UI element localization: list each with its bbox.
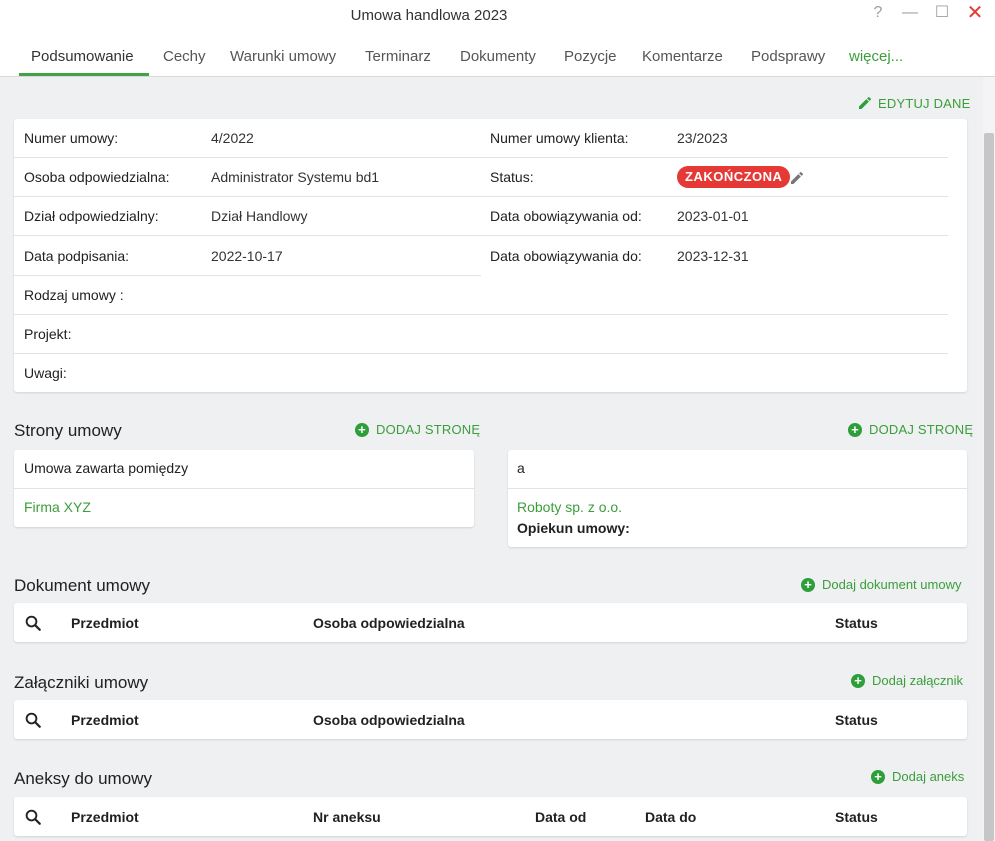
attachments-table-header: Przedmiot Osoba odpowiedzialna Status [14, 700, 967, 739]
window-titlebar: Umowa handlowa 2023 ? — ☐ ✕ [0, 0, 995, 34]
column-header[interactable]: Nr aneksu [313, 809, 381, 825]
close-button[interactable]: ✕ [964, 3, 986, 26]
project-label: Projekt: [24, 326, 72, 342]
plus-circle-icon: + [848, 422, 862, 437]
contract-number-label: Numer umowy: [24, 130, 119, 146]
column-header[interactable]: Osoba odpowiedzialna [313, 615, 465, 631]
pencil-icon [859, 96, 872, 109]
summary-card: Numer umowy: 4/2022 Numer umowy klienta:… [14, 119, 967, 392]
row-divider [14, 314, 948, 315]
tab-cechy[interactable]: Cechy [163, 48, 206, 65]
column-header[interactable]: Osoba odpowiedzialna [313, 712, 465, 728]
responsible-dept-value: Dział Handlowy [211, 208, 308, 224]
responsible-person-value: Administrator Systemu bd1 [211, 169, 380, 185]
tab-podsumowanie[interactable]: Podsumowanie [31, 48, 134, 65]
annexes-table-header: Przedmiot Nr aneksu Data od Data do Stat… [14, 797, 967, 836]
add-party-right-button[interactable]: + DODAJ STRONĘ [848, 422, 973, 437]
column-header[interactable]: Status [835, 712, 878, 728]
search-icon[interactable] [24, 808, 42, 826]
document-section-title: Dokument umowy [14, 576, 151, 595]
maximize-button[interactable]: ☐ [931, 4, 953, 26]
row-divider [14, 353, 948, 354]
signed-label: Data podpisania: [24, 248, 130, 264]
tab-pozycje[interactable]: Pozycje [564, 48, 617, 65]
party-left-company-link[interactable]: Firma XYZ [24, 499, 91, 515]
row-divider [14, 196, 948, 197]
status-label: Status: [490, 169, 534, 185]
plus-circle-icon: + [355, 422, 369, 437]
contract-type-label: Rodzaj umowy : [24, 287, 124, 303]
edit-data-button[interactable]: EDYTUJ DANE [857, 95, 971, 111]
add-document-button[interactable]: + Dodaj dokument umowy [801, 577, 961, 592]
minimize-button[interactable]: — [899, 4, 921, 26]
responsible-person-label: Osoba odpowiedzialna: [24, 169, 170, 185]
add-document-label: Dodaj dokument umowy [822, 577, 962, 592]
plus-circle-icon: + [871, 769, 885, 784]
scrollbar-thumb[interactable] [984, 133, 994, 841]
add-annex-label: Dodaj aneks [892, 769, 965, 784]
help-button[interactable]: ? [867, 4, 889, 26]
status-edit-pencil-icon[interactable] [789, 170, 805, 186]
status-badge: ZAKOŃCZONA [677, 166, 791, 188]
tab-terminarz[interactable]: Terminarz [365, 48, 431, 65]
party-divider [508, 488, 967, 489]
window-title: Umowa handlowa 2023 [350, 7, 508, 24]
column-header[interactable]: Przedmiot [71, 809, 139, 825]
column-header[interactable]: Status [835, 615, 878, 631]
plus-circle-icon: + [851, 673, 865, 688]
edit-data-label: EDYTUJ DANE [878, 95, 971, 111]
search-icon[interactable] [24, 711, 42, 729]
valid-from-value: 2023-01-01 [677, 208, 749, 224]
valid-to-value: 2023-12-31 [677, 248, 749, 264]
parties-title: Strony umowy [14, 421, 122, 440]
notes-label: Uwagi: [24, 365, 67, 381]
contract-number-value: 4/2022 [211, 130, 254, 146]
party-right-card: a Roboty sp. z o.o. Opiekun umowy: [508, 450, 967, 547]
add-attachment-label: Dodaj załącznik [872, 673, 964, 688]
client-number-value: 23/2023 [677, 130, 728, 146]
tab-warunki-umowy[interactable]: Warunki umowy [230, 48, 336, 65]
responsible-dept-label: Dział odpowiedzialny: [24, 208, 159, 224]
add-annex-button[interactable]: + Dodaj aneks [871, 769, 964, 784]
row-divider [14, 275, 481, 276]
client-number-label: Numer umowy klienta: [490, 130, 629, 146]
document-table-header: Przedmiot Osoba odpowiedzialna Status [14, 603, 967, 642]
signed-value: 2022-10-17 [211, 248, 283, 264]
column-header[interactable]: Przedmiot [71, 712, 139, 728]
plus-circle-icon: + [801, 577, 815, 592]
party-left-card: Umowa zawarta pomiędzy Firma XYZ [14, 450, 474, 527]
add-attachment-button[interactable]: + Dodaj załącznik [851, 673, 963, 688]
column-header[interactable]: Status [835, 809, 878, 825]
add-party-label: DODAJ STRONĘ [869, 422, 974, 437]
tab-podsprawy[interactable]: Podsprawy [751, 48, 825, 65]
party-divider [14, 488, 474, 489]
vertical-scrollbar[interactable] [983, 77, 995, 841]
attachments-section-title: Załączniki umowy [14, 673, 149, 692]
tab-dokumenty[interactable]: Dokumenty [460, 48, 536, 65]
valid-to-label: Data obowiązywania do: [490, 248, 642, 264]
guardian-label: Opiekun umowy: [517, 520, 630, 536]
tab-more[interactable]: więcej... [849, 48, 903, 65]
search-icon[interactable] [24, 614, 42, 632]
row-divider [14, 235, 948, 236]
column-header[interactable]: Data od [535, 809, 586, 825]
valid-from-label: Data obowiązywania od: [490, 208, 642, 224]
tab-bar: Podsumowanie Cechy Warunki umowy Termina… [0, 34, 995, 77]
party-left-header: Umowa zawarta pomiędzy [24, 460, 189, 476]
active-tab-indicator [19, 73, 149, 76]
row-divider [14, 157, 948, 158]
party-right-header: a [517, 460, 525, 476]
tab-komentarze[interactable]: Komentarze [642, 48, 723, 65]
column-header[interactable]: Przedmiot [71, 615, 139, 631]
annexes-section-title: Aneksy do umowy [14, 769, 152, 788]
add-party-label: DODAJ STRONĘ [376, 422, 481, 437]
add-party-left-button[interactable]: + DODAJ STRONĘ [355, 422, 480, 437]
column-header[interactable]: Data do [645, 809, 696, 825]
party-right-company-link[interactable]: Roboty sp. z o.o. [517, 499, 622, 515]
